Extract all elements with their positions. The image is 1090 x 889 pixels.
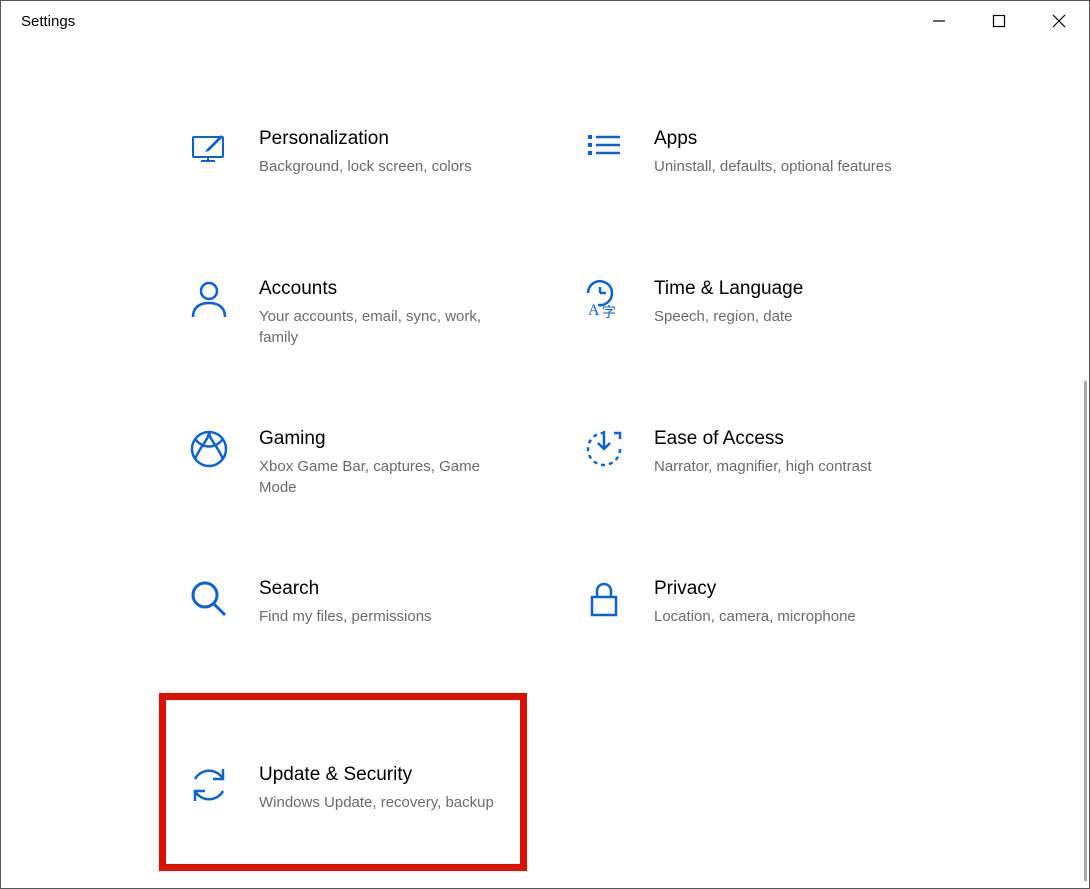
maximize-icon [992,14,1006,28]
gaming-icon [181,427,237,471]
minimize-button[interactable] [909,1,969,41]
close-icon [1052,14,1066,28]
maximize-button[interactable] [969,1,1029,41]
category-update-security[interactable]: Update & Security Windows Update, recove… [181,759,576,889]
search-icon [181,577,237,621]
category-search[interactable]: Search Find my files, permissions [181,573,576,723]
category-apps[interactable]: Apps Uninstall, defaults, optional featu… [576,123,971,273]
apps-icon [576,127,632,171]
minimize-icon [932,14,946,28]
category-desc: Windows Update, recovery, backup [259,792,494,813]
category-desc: Narrator, magnifier, high contrast [654,456,872,477]
svg-text:字: 字 [602,305,616,321]
category-desc: Speech, region, date [654,306,803,327]
category-title: Accounts [259,277,509,302]
category-desc: Uninstall, defaults, optional features [654,156,892,177]
category-title: Personalization [259,127,472,152]
category-desc: Location, camera, microphone [654,606,856,627]
category-title: Update & Security [259,763,494,788]
category-gaming[interactable]: Gaming Xbox Game Bar, captures, Game Mod… [181,423,576,573]
category-title: Gaming [259,427,509,452]
category-ease-of-access[interactable]: Ease of Access Narrator, magnifier, high… [576,423,971,573]
category-title: Privacy [654,577,856,602]
accounts-icon [181,277,237,321]
window-title: Settings [21,13,75,30]
category-title: Ease of Access [654,427,872,452]
category-time-language[interactable]: A 字 Time & Language Speech, region, date [576,273,971,423]
time-language-icon: A 字 [576,277,632,321]
category-personalization[interactable]: Personalization Background, lock screen,… [181,123,576,273]
category-desc: Your accounts, email, sync, work, family [259,306,509,348]
settings-categories: Personalization Background, lock screen,… [1,123,1089,889]
category-desc: Xbox Game Bar, captures, Game Mode [259,456,509,498]
svg-text:A: A [588,302,600,319]
settings-window: Settings [0,0,1090,889]
window-controls [909,1,1089,41]
category-title: Time & Language [654,277,803,302]
scrollbar[interactable] [1084,381,1087,881]
close-button[interactable] [1029,1,1089,41]
privacy-icon [576,577,632,621]
title-bar: Settings [1,1,1089,41]
category-desc: Background, lock screen, colors [259,156,472,177]
ease-of-access-icon [576,427,632,471]
personalization-icon [181,127,237,171]
update-security-icon [181,763,237,807]
category-title: Apps [654,127,892,152]
category-privacy[interactable]: Privacy Location, camera, microphone [576,573,971,723]
category-title: Search [259,577,432,602]
category-accounts[interactable]: Accounts Your accounts, email, sync, wor… [181,273,576,423]
category-desc: Find my files, permissions [259,606,432,627]
